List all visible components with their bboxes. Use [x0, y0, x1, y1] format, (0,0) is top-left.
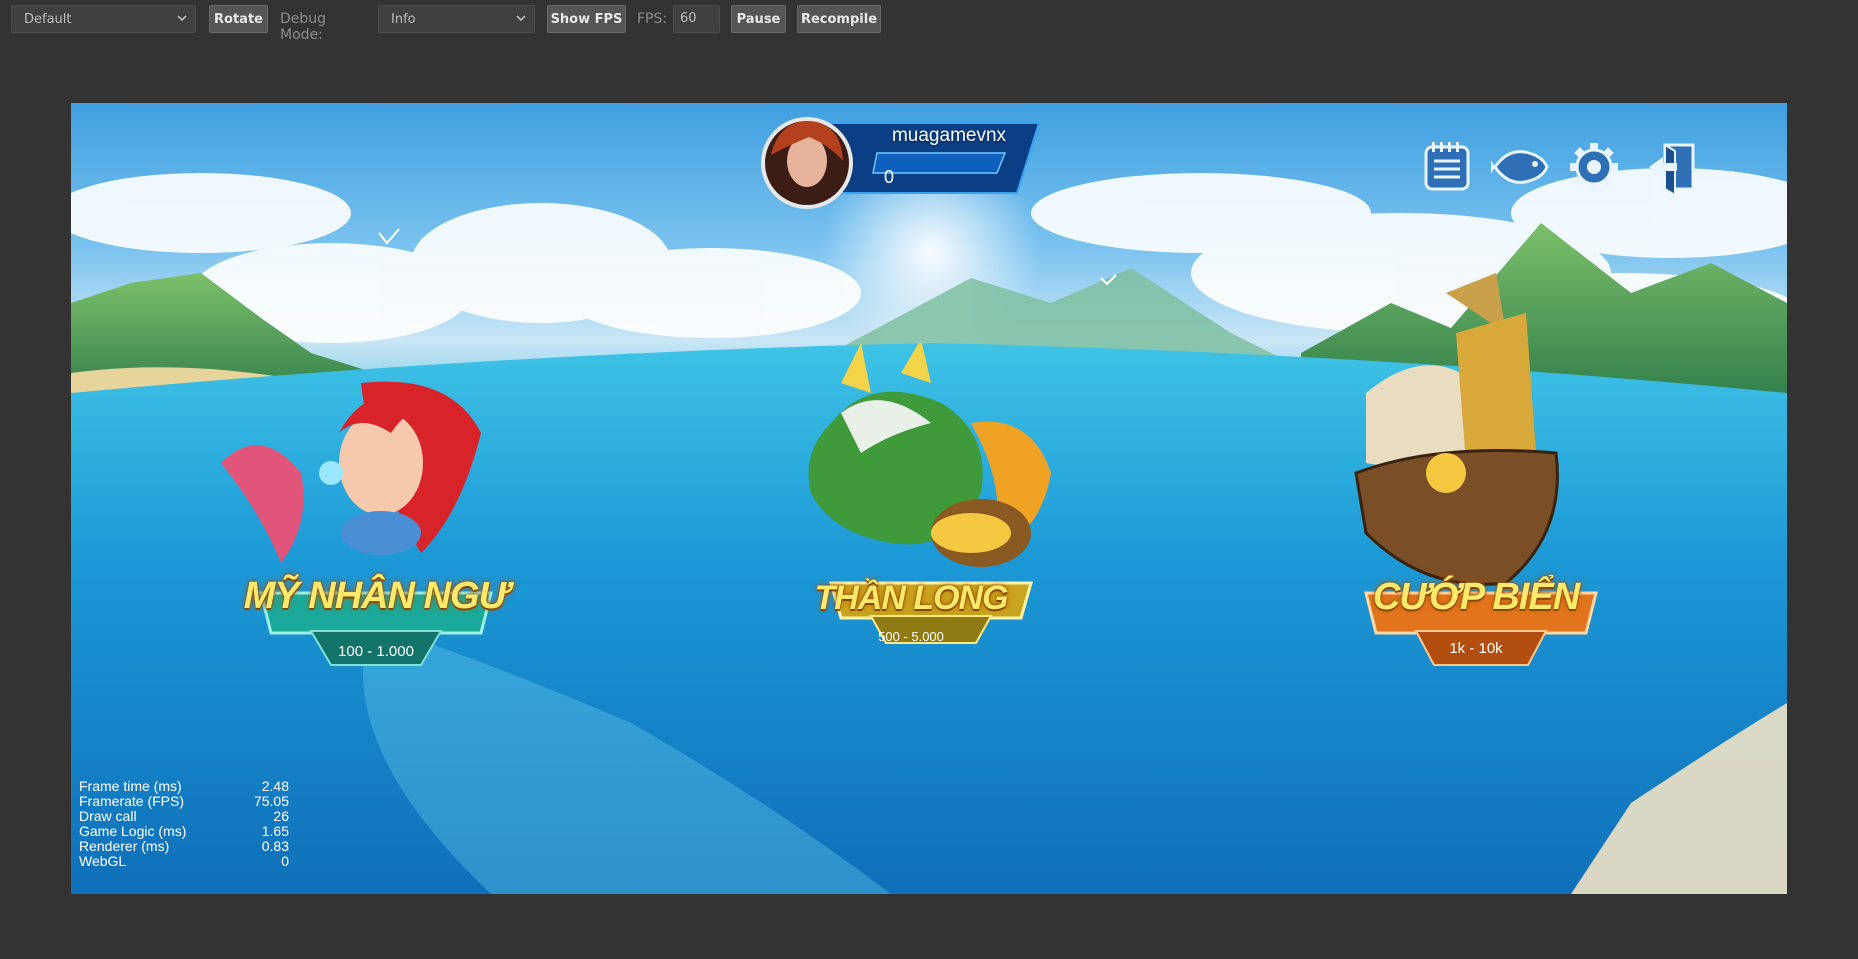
notebook-icon[interactable] [1422, 139, 1474, 195]
stat-value: 0 [281, 853, 289, 869]
balance: 0 [884, 167, 895, 187]
chevron-down-icon [177, 15, 187, 22]
stat-label: Frame time (ms) [79, 778, 182, 794]
game-card-cuop-bien[interactable]: CƯỚP BIỂN 1k - 10k [1306, 273, 1666, 693]
game-title: MỸ NHÂN NGƯ [243, 575, 510, 617]
debug-mode-label: Debug Mode: [280, 11, 327, 43]
device-select-value: Default [24, 12, 72, 27]
stat-row: Game Logic (ms) 1.65 [79, 824, 289, 839]
debug-stats: Frame time (ms) 2.48 Framerate (FPS) 75.05… [79, 779, 289, 869]
stat-label: Draw call [79, 808, 137, 824]
game-card-my-nhan-ngu[interactable]: MỸ NHÂN NGƯ 100 - 1.000 [221, 353, 531, 683]
fish-icon[interactable] [1489, 139, 1551, 195]
stat-row: Draw call 26 [79, 809, 289, 824]
exit-icon[interactable] [1647, 139, 1699, 197]
stat-label: Renderer (ms) [79, 838, 170, 854]
device-select[interactable]: Default [11, 5, 196, 33]
debug-mode-value: Info [391, 12, 416, 27]
pause-button[interactable]: Pause [731, 5, 786, 33]
stat-value: 2.48 [261, 778, 289, 794]
stat-label: WebGL [79, 853, 127, 869]
chevron-down-icon [516, 15, 526, 22]
rotate-button[interactable]: Rotate [209, 5, 268, 33]
stat-value: 26 [273, 808, 289, 824]
fps-label: FPS: [637, 11, 668, 27]
player-profile: muagamevnx 0 [759, 115, 1059, 215]
stat-value: 75.05 [253, 793, 289, 809]
gear-icon[interactable] [1568, 139, 1620, 195]
recompile-button[interactable]: Recompile [797, 5, 881, 33]
game-range: 100 - 1.000 [338, 643, 414, 660]
game-canvas[interactable]: muagamevnx 0 MỸ NHÂN NGƯ 100 - 1.000 THẦ… [71, 103, 1787, 894]
stat-row: Frame time (ms) 2.48 [79, 779, 289, 794]
game-range: 1k - 10k [1449, 640, 1503, 657]
stat-row: Renderer (ms) 0.83 [79, 839, 289, 854]
stat-value: 0.83 [261, 838, 289, 854]
game-title: THẦN LONG [814, 579, 1008, 617]
pirate-ship-illustration [1354, 273, 1598, 666]
stat-label: Game Logic (ms) [79, 823, 187, 839]
game-range: 500 - 5.000 [878, 629, 944, 644]
stat-label: Framerate (FPS) [79, 793, 185, 809]
username: muagamevnx [891, 125, 1007, 146]
debug-mode-select[interactable]: Info [378, 5, 535, 33]
fps-input[interactable]: 60 [673, 5, 720, 33]
stat-value: 1.65 [261, 823, 289, 839]
mermaid-illustration [221, 381, 493, 666]
stat-row: WebGL 0 [79, 854, 289, 869]
game-card-than-long[interactable]: THẦN LONG 500 - 5.000 [771, 339, 1111, 683]
game-title: CƯỚP BIỂN [1372, 576, 1580, 618]
stat-row: Framerate (FPS) 75.05 [79, 794, 289, 809]
show-fps-button[interactable]: Show FPS [547, 5, 626, 33]
editor-toolbar: Default Rotate Debug Mode: Info Show FPS… [0, 0, 1858, 43]
